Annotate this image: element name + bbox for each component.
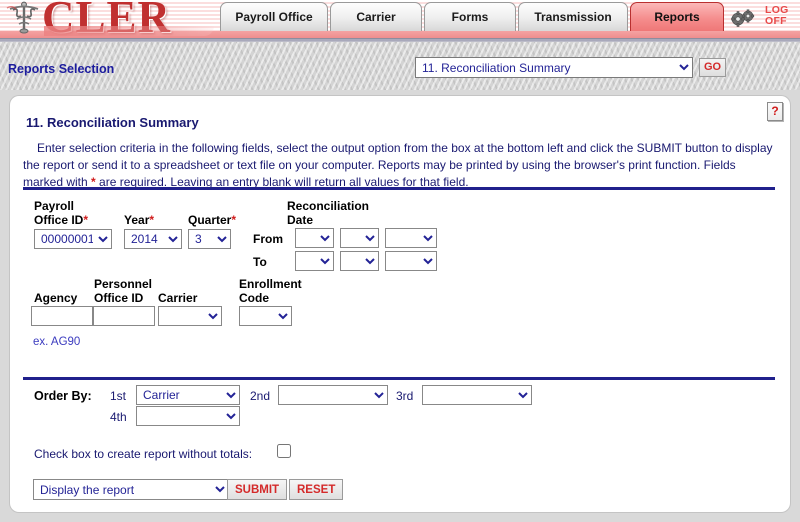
output-option-select[interactable]: Display the report [33,479,229,500]
order-by-2nd-select[interactable] [278,385,388,405]
tab-transmission[interactable]: Transmission [518,2,628,31]
order-by-2nd-label: 2nd [250,389,271,403]
logoff-button[interactable]: LOG OFF [765,5,797,27]
order-by-3rd-select[interactable] [422,385,532,405]
year-required: * [149,213,155,227]
personnel-office-label-line2: Office ID [94,291,144,305]
no-totals-checkbox-label: Check box to create report without total… [34,447,253,461]
go-button[interactable]: GO [699,58,727,77]
payroll-office-label-text: Office ID [34,213,84,227]
to-year-select[interactable] [385,251,437,271]
caduceus-icon [6,1,39,34]
logo-swoosh [44,26,214,36]
from-year-select[interactable] [385,228,437,248]
to-month-select[interactable] [295,251,334,271]
order-by-3rd-label: 3rd [396,389,414,403]
enrollment-code-select[interactable] [239,306,292,326]
quarter-select[interactable]: 3 [188,229,231,249]
reconciliation-date-label-line2: Date [287,213,314,227]
to-day-select[interactable] [340,251,379,271]
divider-bottom [23,377,775,380]
quarter-label-text: Quarter [188,213,232,227]
order-by-label: Order By: [34,389,92,403]
personnel-office-id-input[interactable] [93,306,155,326]
help-icon[interactable]: ? [767,102,783,121]
order-by-4th-label: 4th [110,410,127,424]
payroll-office-required: * [83,213,89,227]
report-form-panel: ? 11. Reconciliation Summary Enter selec… [10,96,790,512]
report-select[interactable]: 11. Reconciliation Summary [415,57,693,78]
tab-carrier[interactable]: Carrier [330,2,422,31]
year-label: Year* [124,213,154,227]
year-label-text: Year [124,213,150,227]
carrier-label: Carrier [158,291,198,305]
enrollment-code-label-line1: Enrollment [239,277,302,291]
reconciliation-date-label-line1: Reconciliation [287,199,370,213]
quarter-label: Quarter* [188,213,236,227]
agency-label: Agency [34,291,78,305]
quarter-required: * [231,213,237,227]
payroll-office-id-select[interactable]: 00000001 [34,229,112,249]
date-from-label: From [253,232,283,246]
no-totals-checkbox[interactable] [277,444,291,458]
order-by-4th-select[interactable] [136,406,240,426]
tab-payroll-office[interactable]: Payroll Office [220,2,328,31]
agency-input[interactable] [31,306,93,326]
agency-example-hint: ex. AG90 [33,336,81,348]
app-banner: CLER Payroll Office Carrier Forms Transm… [0,0,800,38]
order-by-1st-select[interactable]: Carrier [136,385,240,405]
logoff-line-2: OFF [765,15,787,27]
date-to-label: To [253,255,267,269]
instructions-text: Enter selection criteria in the followin… [23,140,775,191]
tab-forms[interactable]: Forms [424,2,516,31]
year-select[interactable]: 2014 [124,229,182,249]
submit-button[interactable]: SUBMIT [227,479,288,500]
reset-button[interactable]: RESET [289,479,344,500]
carrier-select[interactable] [158,306,222,326]
tab-reports[interactable]: Reports [630,2,724,31]
enrollment-code-label-line2: Code [239,291,269,305]
from-month-select[interactable] [295,228,334,248]
from-day-select[interactable] [340,228,379,248]
page-title: 11. Reconciliation Summary [26,115,199,130]
gears-icon[interactable] [729,8,757,28]
order-by-1st-label: 1st [110,389,127,403]
payroll-office-label-line1: Payroll [34,199,75,213]
divider-top [23,187,775,190]
payroll-office-label-line2: Office ID* [34,213,88,227]
reports-selection-label: Reports Selection [8,62,115,76]
personnel-office-label-line1: Personnel [94,277,153,291]
